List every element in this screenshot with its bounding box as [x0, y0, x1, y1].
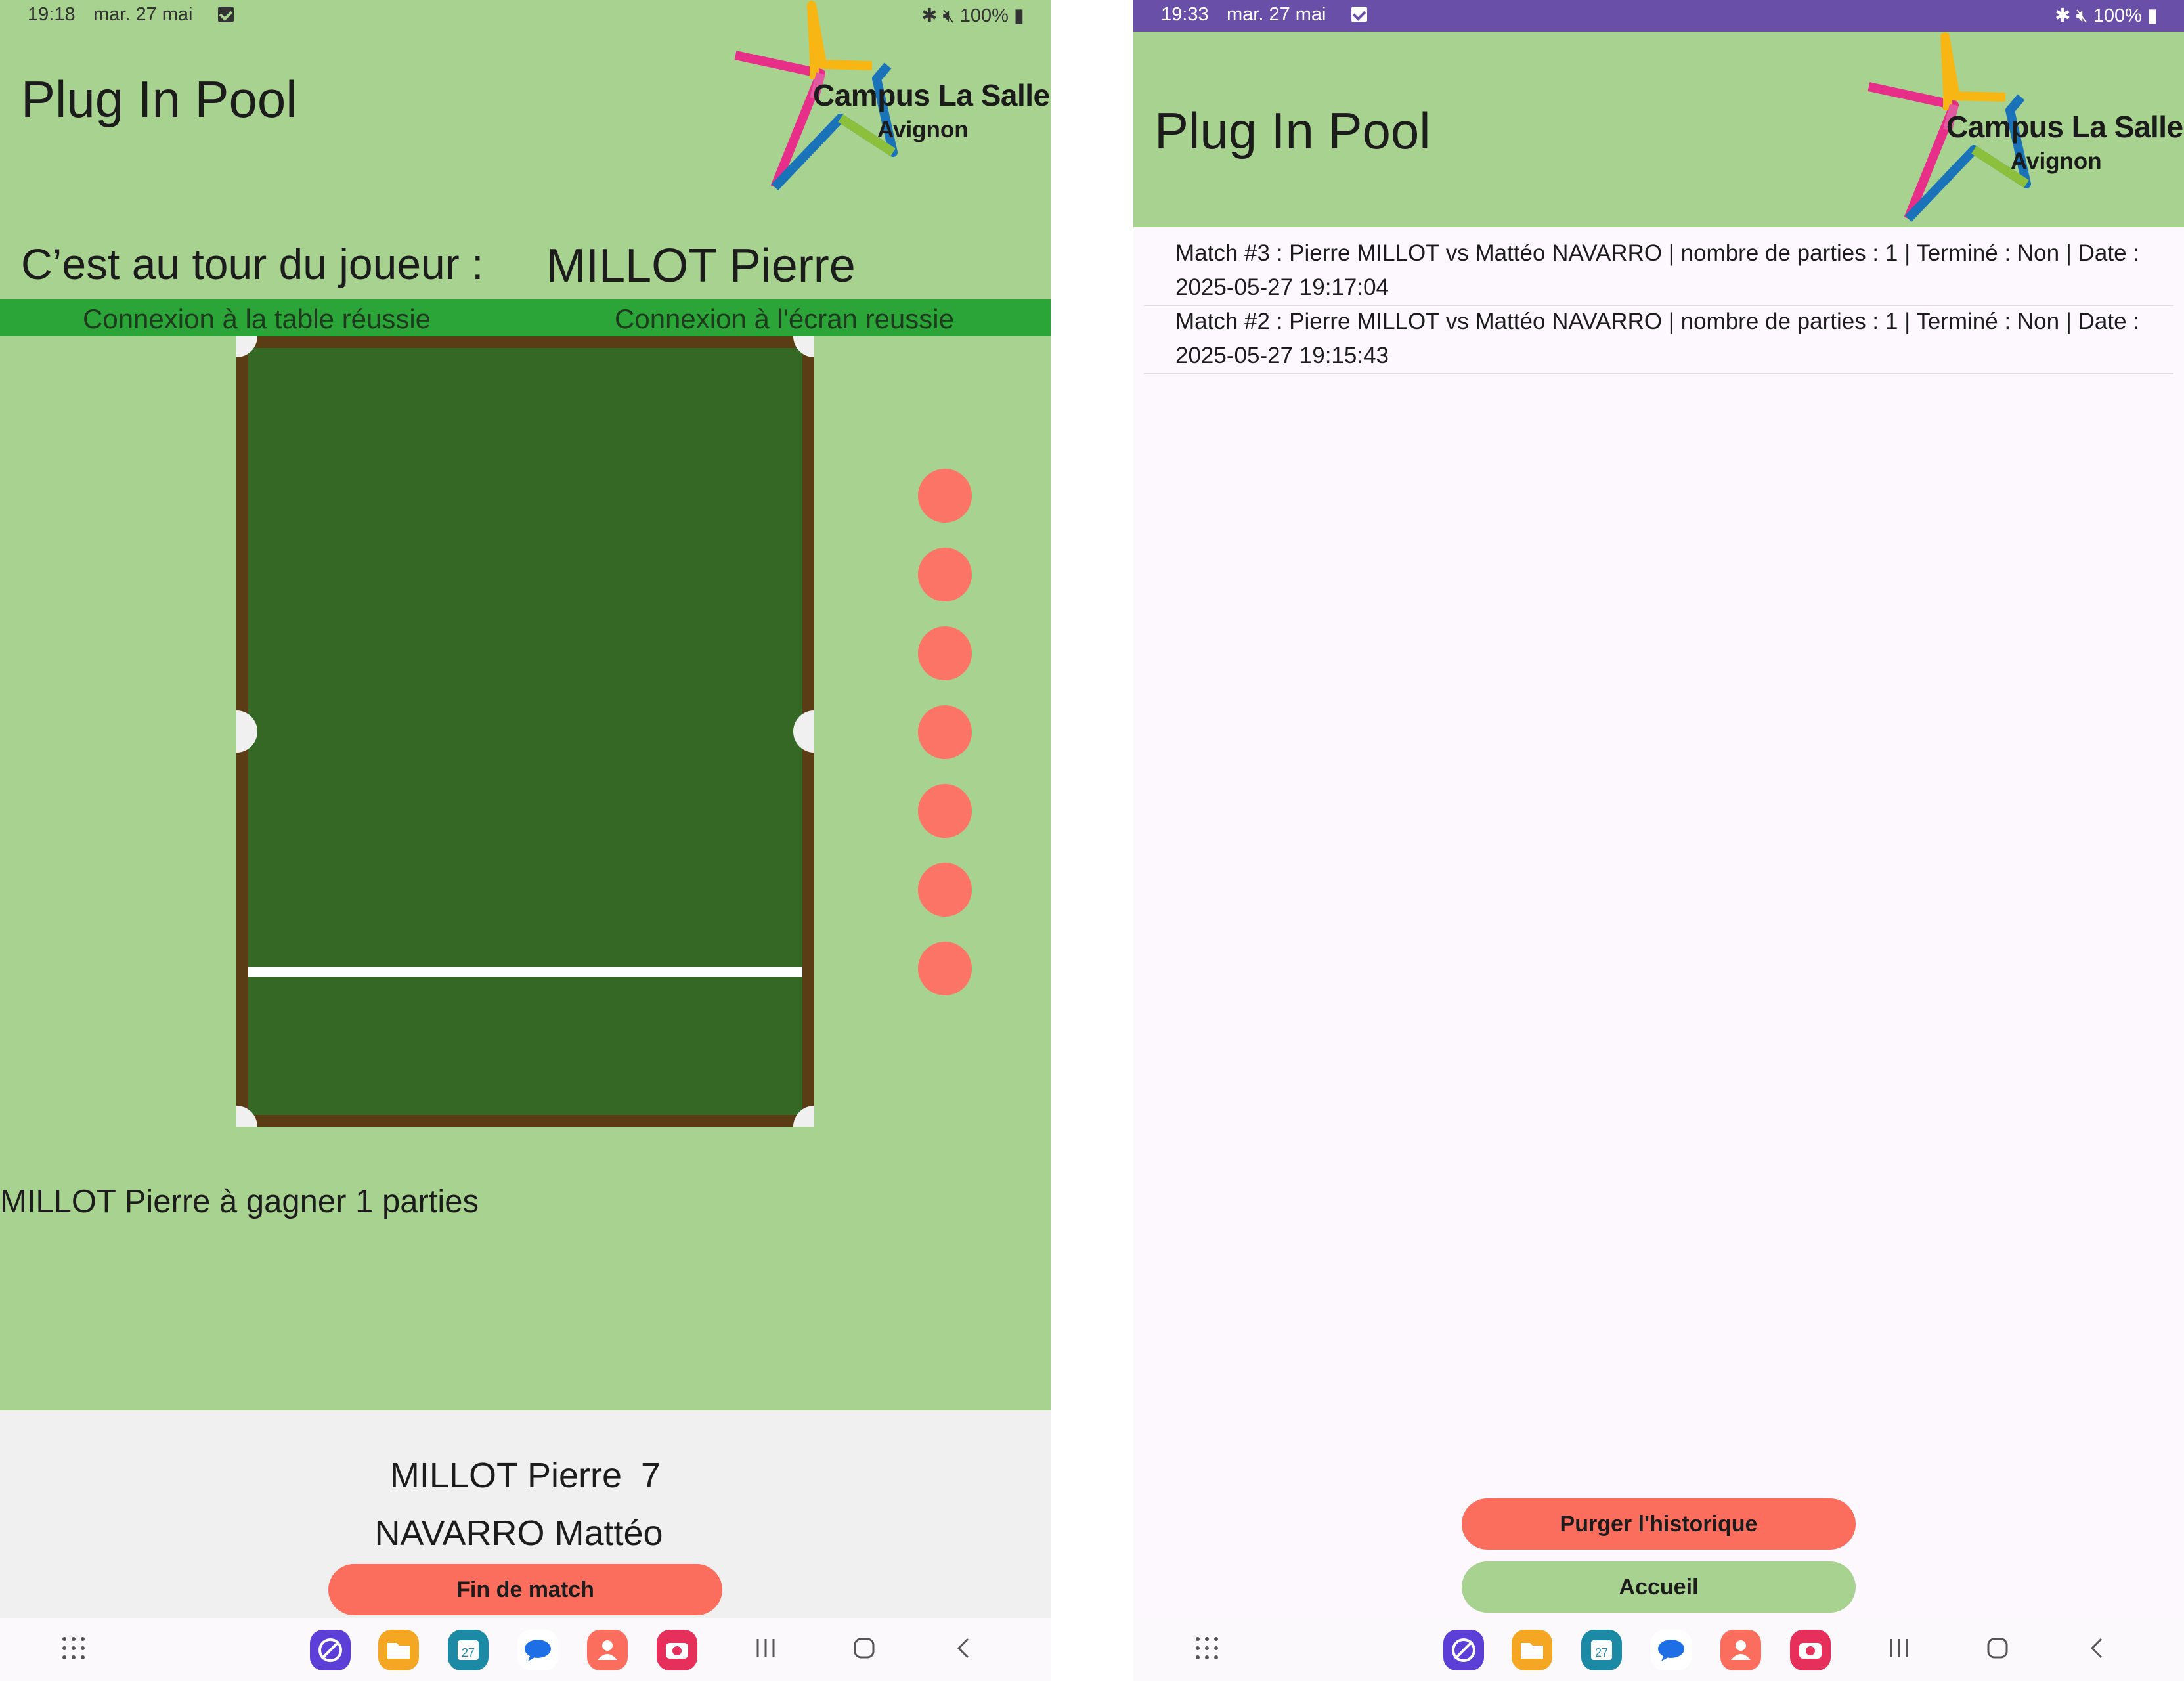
- logo-line2: Avignon: [2011, 148, 2102, 174]
- internet-icon[interactable]: [1443, 1630, 1484, 1670]
- checkbox-notification-icon: [218, 7, 234, 22]
- contacts-icon[interactable]: [587, 1630, 628, 1670]
- status-bar: 19:33 mar. 27 mai ✱ 🔇︎ 100% ▮: [1133, 0, 2184, 32]
- history-screen: 19:33 mar. 27 mai ✱ 🔇︎ 100% ▮ Plug In Po…: [1133, 0, 2184, 1681]
- camera-icon[interactable]: [657, 1630, 697, 1670]
- messages-icon[interactable]: [517, 1630, 558, 1670]
- ball-icon: [918, 548, 972, 601]
- player1-score-row: MILLOT Pierre 7: [0, 1455, 1051, 1496]
- player2-name: NAVARRO Mattéo: [374, 1514, 663, 1553]
- end-match-button[interactable]: Fin de match: [328, 1564, 722, 1615]
- history-item-line1: Match #2 : Pierre MILLOT vs Mattéo NAVAR…: [1175, 309, 2140, 334]
- svg-text:27: 27: [1595, 1646, 1608, 1659]
- back-icon[interactable]: [2084, 1635, 2110, 1661]
- svg-text:27: 27: [462, 1646, 475, 1659]
- camera-icon[interactable]: [1790, 1630, 1831, 1670]
- my-files-icon[interactable]: [378, 1630, 419, 1670]
- messages-icon[interactable]: [1651, 1630, 1692, 1670]
- winner-message: MILLOT Pierre à gagner 1 parties: [0, 1184, 479, 1219]
- ball-icon: [918, 863, 972, 917]
- ball-icon: [918, 469, 972, 523]
- current-player: MILLOT Pierre: [546, 240, 856, 292]
- head-string-line: [248, 967, 802, 977]
- campus-la-salle-logo: Campus La Salle Avignon: [716, 0, 1050, 190]
- player2-score-row: NAVARRO Mattéo: [0, 1513, 1037, 1554]
- history-item-date: 2025-05-27 19:17:04: [1175, 274, 1389, 300]
- logo-line1: Campus La Salle: [1946, 110, 2183, 144]
- ball-icon: [918, 705, 972, 759]
- pool-table[interactable]: [236, 336, 814, 1127]
- history-item[interactable]: Match #2 : Pierre MILLOT vs Mattéo NAVAR…: [1144, 306, 2173, 374]
- logo-line2: Avignon: [877, 117, 969, 142]
- status-time: 19:18: [28, 4, 76, 25]
- app-drawer-icon[interactable]: [60, 1635, 87, 1661]
- bluetooth-icon: ✱: [2055, 5, 2071, 26]
- player1-name: MILLOT Pierre: [389, 1456, 622, 1495]
- home-icon[interactable]: [851, 1635, 877, 1661]
- internet-icon[interactable]: [310, 1630, 351, 1670]
- app-title: Plug In Pool: [1154, 102, 1431, 160]
- my-files-icon[interactable]: [1512, 1630, 1552, 1670]
- recent-apps-icon[interactable]: [1886, 1635, 1912, 1661]
- history-item[interactable]: Match #3 : Pierre MILLOT vs Mattéo NAVAR…: [1144, 230, 2173, 306]
- back-icon[interactable]: [951, 1635, 977, 1661]
- match-screen: 19:18 mar. 27 mai ✱ 🔇︎ 100% ▮ Plug In Po…: [0, 0, 1051, 1681]
- connection-status-bar: Connexion à la table réussie Connexion à…: [0, 299, 1051, 336]
- purge-history-button[interactable]: Purger l'historique: [1462, 1498, 1856, 1550]
- recent-apps-icon[interactable]: [753, 1635, 779, 1661]
- battery-level: 100%: [2093, 5, 2142, 26]
- battery-charging-icon: ▮: [2147, 5, 2158, 26]
- status-date: mar. 27 mai: [93, 4, 193, 25]
- table-connection-status: Connexion à la table réussie: [83, 303, 431, 334]
- logo-line1: Campus La Salle: [813, 78, 1050, 112]
- ball-icon: [918, 784, 972, 838]
- status-right-icons: ✱ 🔇︎ 100% ▮: [2055, 4, 2158, 27]
- status-time: 19:33: [1161, 4, 1209, 25]
- screen-connection-status: Connexion à l'écran reussie: [615, 303, 954, 334]
- checkbox-notification-icon: [1351, 7, 1367, 22]
- home-button[interactable]: Accueil: [1462, 1561, 1856, 1613]
- campus-la-salle-logo: Campus La Salle Avignon: [1849, 32, 2183, 222]
- ball-icon: [918, 626, 972, 680]
- app-drawer-icon[interactable]: [1194, 1635, 1220, 1661]
- table-felt: [248, 348, 802, 1115]
- home-icon[interactable]: [1984, 1635, 2011, 1661]
- calendar-icon[interactable]: 27: [1581, 1630, 1622, 1670]
- contacts-icon[interactable]: [1720, 1630, 1761, 1670]
- calendar-icon[interactable]: 27: [448, 1630, 489, 1670]
- history-item-line1: Match #3 : Pierre MILLOT vs Mattéo NAVAR…: [1175, 240, 2140, 266]
- mute-icon: 🔇︎: [2076, 5, 2088, 26]
- app-title: Plug In Pool: [21, 70, 297, 128]
- status-date: mar. 27 mai: [1227, 4, 1326, 25]
- ball-icon: [918, 942, 972, 995]
- turn-label: C’est au tour du joueur :: [21, 240, 484, 288]
- history-item-date: 2025-05-27 19:15:43: [1175, 343, 1389, 368]
- player1-score: 7: [641, 1456, 661, 1495]
